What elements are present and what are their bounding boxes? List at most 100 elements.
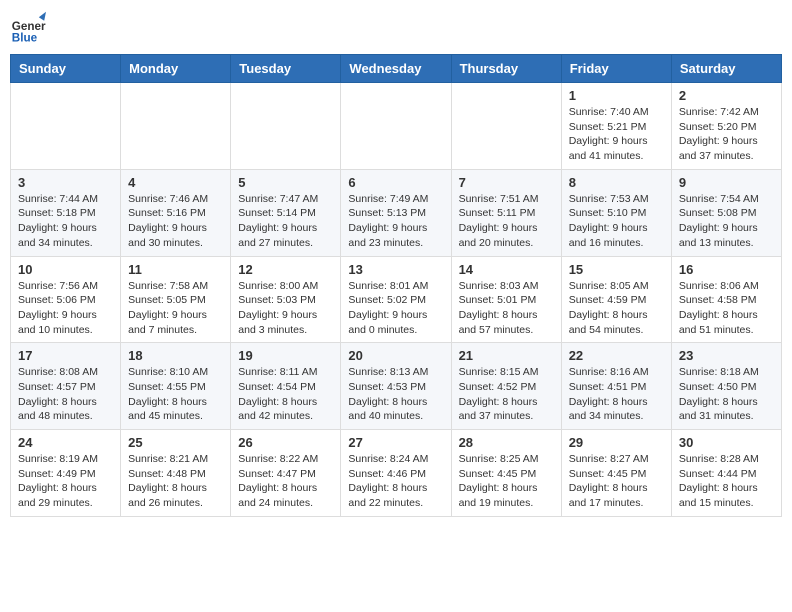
calendar-week-4: 17 Sunrise: 8:08 AM Sunset: 4:57 PM Dayli…: [11, 343, 782, 430]
calendar-cell: 17 Sunrise: 8:08 AM Sunset: 4:57 PM Dayli…: [11, 343, 121, 430]
calendar-cell: 10 Sunrise: 7:56 AM Sunset: 5:06 PM Dayli…: [11, 256, 121, 343]
day-info: Sunrise: 8:00 AM Sunset: 5:03 PM Dayligh…: [238, 279, 333, 338]
day-number: 7: [459, 175, 554, 190]
day-info: Sunrise: 8:24 AM Sunset: 4:46 PM Dayligh…: [348, 452, 443, 511]
calendar-cell: [451, 83, 561, 170]
day-info: Sunrise: 8:28 AM Sunset: 4:44 PM Dayligh…: [679, 452, 774, 511]
calendar-cell: 8Sunrise: 7:53 AM Sunset: 5:10 PM Daylig…: [561, 169, 671, 256]
day-info: Sunrise: 7:53 AM Sunset: 5:10 PM Dayligh…: [569, 192, 664, 251]
header-saturday: Saturday: [671, 55, 781, 83]
day-number: 2: [679, 88, 774, 103]
calendar-cell: 11 Sunrise: 7:58 AM Sunset: 5:05 PM Dayli…: [121, 256, 231, 343]
day-info: Sunrise: 7:58 AM Sunset: 5:05 PM Dayligh…: [128, 279, 223, 338]
calendar-cell: 5 Sunrise: 7:47 AM Sunset: 5:14 PM Daylig…: [231, 169, 341, 256]
day-number: 15: [569, 262, 664, 277]
header-tuesday: Tuesday: [231, 55, 341, 83]
calendar-cell: 28Sunrise: 8:25 AM Sunset: 4:45 PM Dayli…: [451, 430, 561, 517]
day-info: Sunrise: 7:54 AM Sunset: 5:08 PM Dayligh…: [679, 192, 774, 251]
header-monday: Monday: [121, 55, 231, 83]
calendar-cell: 23 Sunrise: 8:18 AM Sunset: 4:50 PM Dayli…: [671, 343, 781, 430]
calendar-cell: 30 Sunrise: 8:28 AM Sunset: 4:44 PM Dayli…: [671, 430, 781, 517]
logo: General Blue: [10, 10, 46, 46]
day-info: Sunrise: 8:06 AM Sunset: 4:58 PM Dayligh…: [679, 279, 774, 338]
calendar-cell: 26 Sunrise: 8:22 AM Sunset: 4:47 PM Dayli…: [231, 430, 341, 517]
day-info: Sunrise: 8:25 AM Sunset: 4:45 PM Dayligh…: [459, 452, 554, 511]
calendar-cell: 13Sunrise: 8:01 AM Sunset: 5:02 PM Dayli…: [341, 256, 451, 343]
header-sunday: Sunday: [11, 55, 121, 83]
calendar-cell: 27Sunrise: 8:24 AM Sunset: 4:46 PM Dayli…: [341, 430, 451, 517]
day-info: Sunrise: 8:03 AM Sunset: 5:01 PM Dayligh…: [459, 279, 554, 338]
calendar-header-row: SundayMondayTuesdayWednesdayThursdayFrid…: [11, 55, 782, 83]
day-info: Sunrise: 8:10 AM Sunset: 4:55 PM Dayligh…: [128, 365, 223, 424]
day-info: Sunrise: 8:18 AM Sunset: 4:50 PM Dayligh…: [679, 365, 774, 424]
day-number: 4: [128, 175, 223, 190]
day-number: 1: [569, 88, 664, 103]
calendar-cell: [121, 83, 231, 170]
calendar-cell: 3Sunrise: 7:44 AM Sunset: 5:18 PM Daylig…: [11, 169, 121, 256]
day-number: 9: [679, 175, 774, 190]
day-number: 12: [238, 262, 333, 277]
page-header: General Blue: [10, 10, 782, 46]
calendar-week-3: 10 Sunrise: 7:56 AM Sunset: 5:06 PM Dayli…: [11, 256, 782, 343]
calendar-cell: 16 Sunrise: 8:06 AM Sunset: 4:58 PM Dayli…: [671, 256, 781, 343]
calendar-cell: 1 Sunrise: 7:40 AM Sunset: 5:21 PM Daylig…: [561, 83, 671, 170]
calendar-cell: 7 Sunrise: 7:51 AM Sunset: 5:11 PM Daylig…: [451, 169, 561, 256]
day-info: Sunrise: 8:16 AM Sunset: 4:51 PM Dayligh…: [569, 365, 664, 424]
calendar-cell: 9 Sunrise: 7:54 AM Sunset: 5:08 PM Daylig…: [671, 169, 781, 256]
day-info: Sunrise: 7:40 AM Sunset: 5:21 PM Dayligh…: [569, 105, 664, 164]
day-info: Sunrise: 8:13 AM Sunset: 4:53 PM Dayligh…: [348, 365, 443, 424]
day-info: Sunrise: 8:19 AM Sunset: 4:49 PM Dayligh…: [18, 452, 113, 511]
day-info: Sunrise: 8:05 AM Sunset: 4:59 PM Dayligh…: [569, 279, 664, 338]
calendar-cell: 19Sunrise: 8:11 AM Sunset: 4:54 PM Dayli…: [231, 343, 341, 430]
day-number: 24: [18, 435, 113, 450]
day-info: Sunrise: 7:42 AM Sunset: 5:20 PM Dayligh…: [679, 105, 774, 164]
day-number: 16: [679, 262, 774, 277]
calendar-cell: 4Sunrise: 7:46 AM Sunset: 5:16 PM Daylig…: [121, 169, 231, 256]
day-number: 30: [679, 435, 774, 450]
calendar-cell: 15 Sunrise: 8:05 AM Sunset: 4:59 PM Dayli…: [561, 256, 671, 343]
day-number: 23: [679, 348, 774, 363]
calendar-cell: 29 Sunrise: 8:27 AM Sunset: 4:45 PM Dayli…: [561, 430, 671, 517]
day-number: 13: [348, 262, 443, 277]
day-info: Sunrise: 7:47 AM Sunset: 5:14 PM Dayligh…: [238, 192, 333, 251]
svg-text:Blue: Blue: [12, 32, 38, 45]
header-friday: Friday: [561, 55, 671, 83]
day-info: Sunrise: 7:56 AM Sunset: 5:06 PM Dayligh…: [18, 279, 113, 338]
day-number: 18: [128, 348, 223, 363]
day-info: Sunrise: 8:15 AM Sunset: 4:52 PM Dayligh…: [459, 365, 554, 424]
day-number: 5: [238, 175, 333, 190]
day-number: 3: [18, 175, 113, 190]
calendar-cell: 14Sunrise: 8:03 AM Sunset: 5:01 PM Dayli…: [451, 256, 561, 343]
day-info: Sunrise: 7:49 AM Sunset: 5:13 PM Dayligh…: [348, 192, 443, 251]
day-number: 29: [569, 435, 664, 450]
calendar-cell: 25 Sunrise: 8:21 AM Sunset: 4:48 PM Dayli…: [121, 430, 231, 517]
day-number: 21: [459, 348, 554, 363]
day-info: Sunrise: 8:08 AM Sunset: 4:57 PM Dayligh…: [18, 365, 113, 424]
calendar-table: SundayMondayTuesdayWednesdayThursdayFrid…: [10, 54, 782, 517]
day-info: Sunrise: 8:21 AM Sunset: 4:48 PM Dayligh…: [128, 452, 223, 511]
day-number: 26: [238, 435, 333, 450]
calendar-cell: 18 Sunrise: 8:10 AM Sunset: 4:55 PM Dayli…: [121, 343, 231, 430]
calendar-cell: 22Sunrise: 8:16 AM Sunset: 4:51 PM Dayli…: [561, 343, 671, 430]
calendar-cell: 20Sunrise: 8:13 AM Sunset: 4:53 PM Dayli…: [341, 343, 451, 430]
day-number: 6: [348, 175, 443, 190]
calendar-week-1: 1 Sunrise: 7:40 AM Sunset: 5:21 PM Daylig…: [11, 83, 782, 170]
calendar-cell: 6 Sunrise: 7:49 AM Sunset: 5:13 PM Daylig…: [341, 169, 451, 256]
calendar-cell: 24 Sunrise: 8:19 AM Sunset: 4:49 PM Dayli…: [11, 430, 121, 517]
calendar-week-5: 24 Sunrise: 8:19 AM Sunset: 4:49 PM Dayli…: [11, 430, 782, 517]
calendar-cell: 2 Sunrise: 7:42 AM Sunset: 5:20 PM Daylig…: [671, 83, 781, 170]
calendar-cell: 21 Sunrise: 8:15 AM Sunset: 4:52 PM Dayli…: [451, 343, 561, 430]
day-info: Sunrise: 7:51 AM Sunset: 5:11 PM Dayligh…: [459, 192, 554, 251]
day-number: 17: [18, 348, 113, 363]
day-info: Sunrise: 8:27 AM Sunset: 4:45 PM Dayligh…: [569, 452, 664, 511]
day-number: 25: [128, 435, 223, 450]
calendar-week-2: 3Sunrise: 7:44 AM Sunset: 5:18 PM Daylig…: [11, 169, 782, 256]
logo-icon: General Blue: [10, 10, 46, 46]
header-thursday: Thursday: [451, 55, 561, 83]
day-number: 19: [238, 348, 333, 363]
day-number: 11: [128, 262, 223, 277]
calendar-cell: [231, 83, 341, 170]
header-wednesday: Wednesday: [341, 55, 451, 83]
day-info: Sunrise: 8:22 AM Sunset: 4:47 PM Dayligh…: [238, 452, 333, 511]
day-number: 10: [18, 262, 113, 277]
